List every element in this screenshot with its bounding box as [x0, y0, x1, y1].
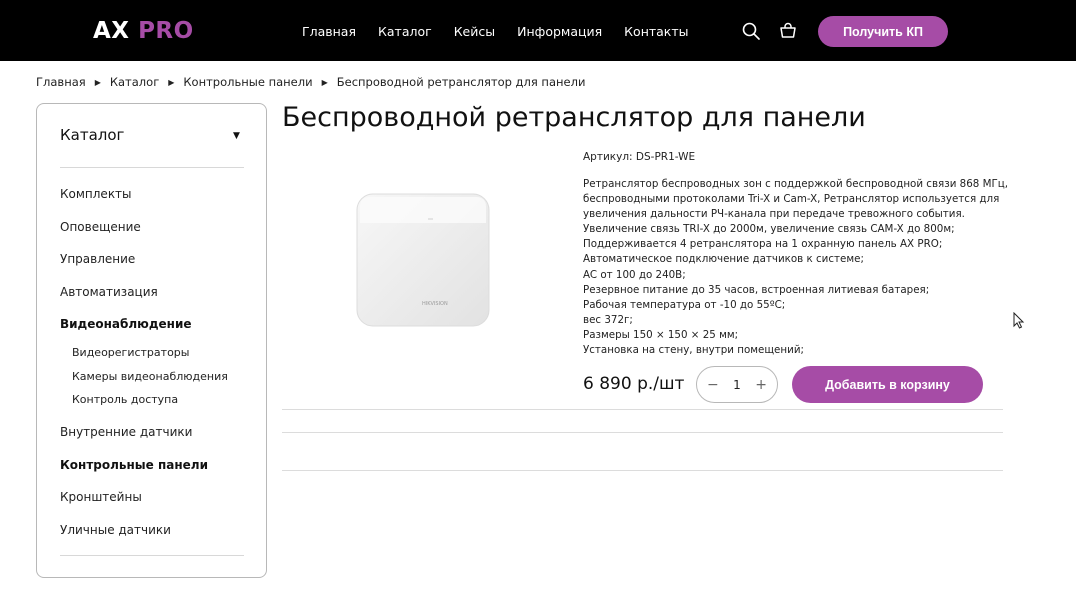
- description-line: Увеличение связь TRI-X до 2000м, увеличе…: [583, 223, 955, 236]
- logo[interactable]: AX PRO: [93, 18, 194, 44]
- sidebar-item-video[interactable]: Видеонаблюдение: [60, 317, 192, 331]
- sidebar-subitem-recorders[interactable]: Видеорегистраторы: [72, 346, 189, 359]
- quantity-stepper: − 1 +: [696, 366, 778, 403]
- breadcrumb-catalog[interactable]: Каталог: [110, 75, 159, 89]
- quantity-increase-button[interactable]: +: [755, 377, 767, 393]
- description-line: Размеры 150 × 150 × 25 мм;: [583, 328, 739, 341]
- nav-contacts[interactable]: Контакты: [624, 24, 688, 39]
- nav-catalog[interactable]: Каталог: [378, 24, 432, 39]
- description-line: Ретранслятор беспроводных зон с поддержк…: [583, 178, 1009, 190]
- logo-ax: AX: [93, 18, 130, 44]
- nav-info[interactable]: Информация: [517, 24, 602, 39]
- get-offer-button[interactable]: Получить КП: [818, 16, 948, 47]
- section-divider: [282, 470, 1003, 471]
- breadcrumb-current: Беспроводной ретранслятор для панели: [336, 75, 586, 89]
- description-line: AC от 100 до 240В;: [583, 268, 686, 281]
- breadcrumb-separator-icon: ▶: [94, 77, 101, 87]
- description-line: Резервное питание до 35 часов, встроенна…: [583, 283, 930, 296]
- product-price: 6 890 р./шт: [583, 374, 685, 394]
- mouse-cursor-icon: [1013, 312, 1025, 329]
- nav-cases[interactable]: Кейсы: [454, 24, 495, 39]
- description-line: увеличения дальности РЧ-канала при перед…: [583, 208, 965, 221]
- description-line: Установка на стену, внутри помещений;: [583, 344, 804, 357]
- sidebar-item-control[interactable]: Управление: [60, 252, 135, 266]
- breadcrumb-home[interactable]: Главная: [36, 75, 86, 89]
- breadcrumb: Главная ▶ Каталог ▶ Контрольные панели ▶…: [36, 75, 585, 89]
- caret-down-icon[interactable]: ▼: [233, 131, 240, 141]
- sidebar-subitem-access-control[interactable]: Контроль доступа: [72, 393, 178, 406]
- sidebar-title[interactable]: Каталог: [60, 126, 124, 144]
- main-nav: Главная Каталог Кейсы Информация Контакт…: [302, 24, 711, 39]
- sidebar-item-outdoor-sensors[interactable]: Уличные датчики: [60, 523, 171, 537]
- description-line: беспроводными протоколами Tri-X и Cam-X,…: [583, 193, 1000, 206]
- breadcrumb-separator-icon: ▶: [321, 77, 328, 87]
- description-line: Поддерживается 4 ретранслятора на 1 охра…: [583, 238, 943, 251]
- page-title: Беспроводной ретранслятор для панели: [282, 102, 866, 133]
- quantity-decrease-button[interactable]: −: [707, 377, 719, 393]
- product-brand-label: HIKVISION: [422, 301, 448, 307]
- nav-home[interactable]: Главная: [302, 24, 356, 39]
- site-header: AX PRO Главная Каталог Кейсы Информация …: [0, 0, 1076, 61]
- sidebar-divider: [60, 167, 244, 168]
- logo-pro: PRO: [138, 18, 194, 44]
- quantity-value[interactable]: 1: [733, 378, 741, 392]
- section-divider: [282, 432, 1003, 433]
- product-description: Ретранслятор беспроводных зон с поддержк…: [583, 177, 1009, 358]
- add-to-cart-button[interactable]: Добавить в корзину: [792, 366, 983, 403]
- description-line: Автоматическое подключение датчиков к си…: [583, 253, 864, 266]
- sidebar-subitem-cameras[interactable]: Камеры видеонаблюдения: [72, 370, 228, 383]
- cart-icon[interactable]: [779, 22, 797, 40]
- breadcrumb-control-panels[interactable]: Контрольные панели: [183, 75, 312, 89]
- sidebar-divider: [60, 555, 244, 556]
- description-line: Рабочая температура от -10 до 55ºC;: [583, 298, 786, 311]
- product-article: Артикул: DS-PR1-WE: [583, 151, 696, 163]
- sidebar-item-control-panels[interactable]: Контрольные панели: [60, 458, 208, 472]
- sidebar-item-alerts[interactable]: Оповещение: [60, 220, 141, 234]
- catalog-sidebar: Каталог ▼ Комплекты Оповещение Управлени…: [36, 103, 267, 578]
- sidebar-item-brackets[interactable]: Кронштейны: [60, 490, 142, 504]
- sidebar-item-kits[interactable]: Комплекты: [60, 187, 132, 201]
- breadcrumb-separator-icon: ▶: [168, 77, 175, 87]
- product-image[interactable]: HIKVISION: [356, 193, 490, 327]
- search-icon[interactable]: [742, 22, 760, 40]
- description-line: вес 372г;: [583, 313, 633, 326]
- section-divider: [282, 409, 1003, 410]
- sidebar-item-automation[interactable]: Автоматизация: [60, 285, 158, 299]
- sidebar-item-indoor-sensors[interactable]: Внутренние датчики: [60, 425, 192, 439]
